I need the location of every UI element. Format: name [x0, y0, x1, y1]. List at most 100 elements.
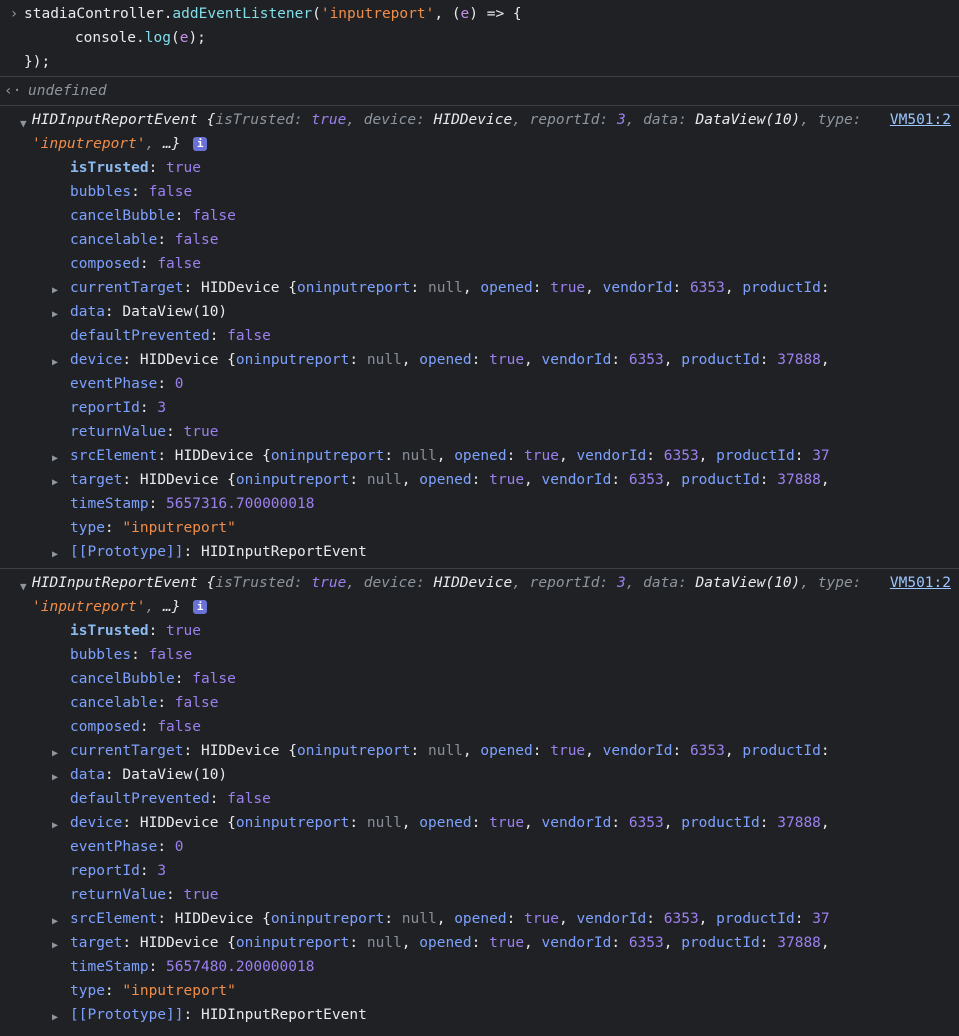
property-key: isTrusted — [70, 160, 149, 176]
separator: : — [157, 695, 174, 711]
property-value: true — [166, 160, 201, 176]
expand-arrow-icon[interactable]: ▶ — [52, 814, 58, 835]
expand-arrow-icon[interactable]: ▶ — [52, 934, 58, 955]
property-value: false — [227, 328, 271, 344]
expand-toggle-icon[interactable]: ▼ — [20, 575, 27, 599]
property-row[interactable]: ▶data: DataView(10) — [52, 300, 951, 324]
property-row[interactable]: ▶[[Prototype]]: HIDInputReportEvent — [52, 1003, 951, 1027]
separator: : — [210, 328, 227, 344]
separator: : — [184, 280, 201, 296]
property-row: ▶isTrusted: true — [52, 156, 951, 180]
expand-arrow-icon[interactable]: ▶ — [52, 742, 58, 763]
property-row[interactable]: ▶[[Prototype]]: HIDInputReportEvent — [52, 540, 951, 564]
preview-key: , reportId: — [512, 112, 617, 128]
info-icon[interactable]: i — [193, 137, 207, 151]
separator: : — [210, 791, 227, 807]
expand-arrow-icon[interactable]: ▶ — [52, 279, 58, 300]
property-row[interactable]: ▶srcElement: HIDDevice {oninputreport: n… — [52, 444, 951, 468]
info-icon[interactable]: i — [193, 600, 207, 614]
property-key: returnValue — [70, 887, 166, 903]
property-row: ▶returnValue: true — [52, 883, 951, 907]
preview-value: DataView(10) — [696, 112, 801, 128]
hid-device-summary[interactable]: HIDDevice {oninputreport: null, opened: … — [175, 911, 830, 927]
property-value: 5657316.700000018 — [166, 496, 314, 512]
preview-key: isTrusted: — [215, 575, 311, 591]
expand-arrow-icon[interactable]: ▶ — [52, 303, 58, 324]
property-row[interactable]: ▶srcElement: HIDDevice {oninputreport: n… — [52, 907, 951, 931]
property-row[interactable]: ▶device: HIDDevice {oninputreport: null,… — [52, 811, 951, 835]
hid-device-summary[interactable]: HIDDevice {oninputreport: null, opened: … — [140, 815, 830, 831]
property-row: ▶defaultPrevented: false — [52, 324, 951, 348]
code-token: e — [461, 6, 470, 22]
property-value: false — [157, 719, 201, 735]
property-row: ▶reportId: 3 — [52, 859, 951, 883]
preview-key: , device: — [346, 575, 433, 591]
hid-device-summary[interactable]: HIDDevice {oninputreport: null, opened: … — [140, 935, 830, 951]
preview-value: 3 — [617, 112, 626, 128]
property-row: ▶isTrusted: true — [52, 619, 951, 643]
hid-device-summary[interactable]: HIDDevice {oninputreport: null, opened: … — [140, 352, 830, 368]
console-input-row[interactable]: ›stadiaController.addEventListener('inpu… — [0, 0, 959, 77]
separator: : — [122, 935, 139, 951]
hid-device-summary[interactable]: HIDDevice {oninputreport: null, opened: … — [175, 448, 830, 464]
expand-arrow-icon[interactable]: ▶ — [52, 766, 58, 787]
separator: : — [105, 983, 122, 999]
property-row: ▶cancelBubble: false — [52, 667, 951, 691]
expand-arrow-icon[interactable]: ▶ — [52, 447, 58, 468]
hid-device-summary[interactable]: HIDDevice {oninputreport: null, opened: … — [201, 743, 830, 759]
object-header[interactable]: ▼ HIDInputReportEvent {isTrusted: true, … — [4, 108, 951, 156]
property-value: false — [227, 791, 271, 807]
property-key: data — [70, 767, 105, 783]
preview-value: DataView(10) — [696, 575, 801, 591]
property-key: srcElement — [70, 911, 157, 927]
property-row: ▶eventPhase: 0 — [52, 372, 951, 396]
preview-key: , device: — [346, 112, 433, 128]
separator: : — [122, 352, 139, 368]
property-row: ▶returnValue: true — [52, 420, 951, 444]
property-row: ▶eventPhase: 0 — [52, 835, 951, 859]
property-key: currentTarget — [70, 743, 184, 759]
code-token: ( — [312, 6, 321, 22]
property-row[interactable]: ▶target: HIDDevice {oninputreport: null,… — [52, 931, 951, 955]
log-entry[interactable]: VM501:2 ▼ HIDInputReportEvent {isTrusted… — [0, 569, 959, 1031]
property-value: "inputreport" — [122, 983, 236, 999]
property-value: DataView(10) — [122, 304, 227, 320]
expand-toggle-icon[interactable]: ▼ — [20, 112, 27, 136]
property-key: type — [70, 520, 105, 536]
property-row: ▶bubbles: false — [52, 180, 951, 204]
property-row[interactable]: ▶currentTarget: HIDDevice {oninputreport… — [52, 739, 951, 763]
hid-device-summary[interactable]: HIDDevice {oninputreport: null, opened: … — [140, 472, 830, 488]
property-row[interactable]: ▶ currentTarget: HIDDevice {oninputreport… — [52, 276, 951, 300]
preview-key: , — [146, 136, 163, 152]
property-key: [[Prototype]] — [70, 1007, 184, 1023]
expand-arrow-icon[interactable]: ▶ — [52, 471, 58, 492]
brace: } — [172, 136, 181, 152]
property-row[interactable]: ▶device: HIDDevice {oninputreport: null,… — [52, 348, 951, 372]
property-value: false — [175, 232, 219, 248]
code-token: => { — [478, 6, 522, 22]
separator: : — [157, 376, 174, 392]
property-key: data — [70, 304, 105, 320]
property-value: 3 — [157, 400, 166, 416]
object-properties: ▶isTrusted: true▶bubbles: false▶cancelBu… — [4, 156, 951, 564]
separator: : — [166, 424, 183, 440]
preview-key: , data: — [626, 112, 696, 128]
property-key: bubbles — [70, 647, 131, 663]
property-row[interactable]: ▶data: DataView(10) — [52, 763, 951, 787]
separator: : — [149, 623, 166, 639]
hid-device-summary[interactable]: HIDDevice {oninputreport: null, opened: … — [201, 280, 830, 296]
object-header[interactable]: ▼ HIDInputReportEvent {isTrusted: true, … — [4, 571, 951, 619]
preview-value: 3 — [617, 575, 626, 591]
expand-arrow-icon[interactable]: ▶ — [52, 543, 58, 564]
expand-arrow-icon[interactable]: ▶ — [52, 1006, 58, 1027]
property-row[interactable]: ▶target: HIDDevice {oninputreport: null,… — [52, 468, 951, 492]
expand-arrow-icon[interactable]: ▶ — [52, 351, 58, 372]
property-row: ▶composed: false — [52, 252, 951, 276]
preview-value: … — [163, 599, 172, 615]
expand-arrow-icon[interactable]: ▶ — [52, 910, 58, 931]
property-key: currentTarget — [70, 280, 184, 296]
separator: : — [140, 719, 157, 735]
property-key: type — [70, 983, 105, 999]
property-row: ▶cancelBubble: false — [52, 204, 951, 228]
log-entry[interactable]: VM501:2 ▼ HIDInputReportEvent {isTrusted… — [0, 106, 959, 569]
